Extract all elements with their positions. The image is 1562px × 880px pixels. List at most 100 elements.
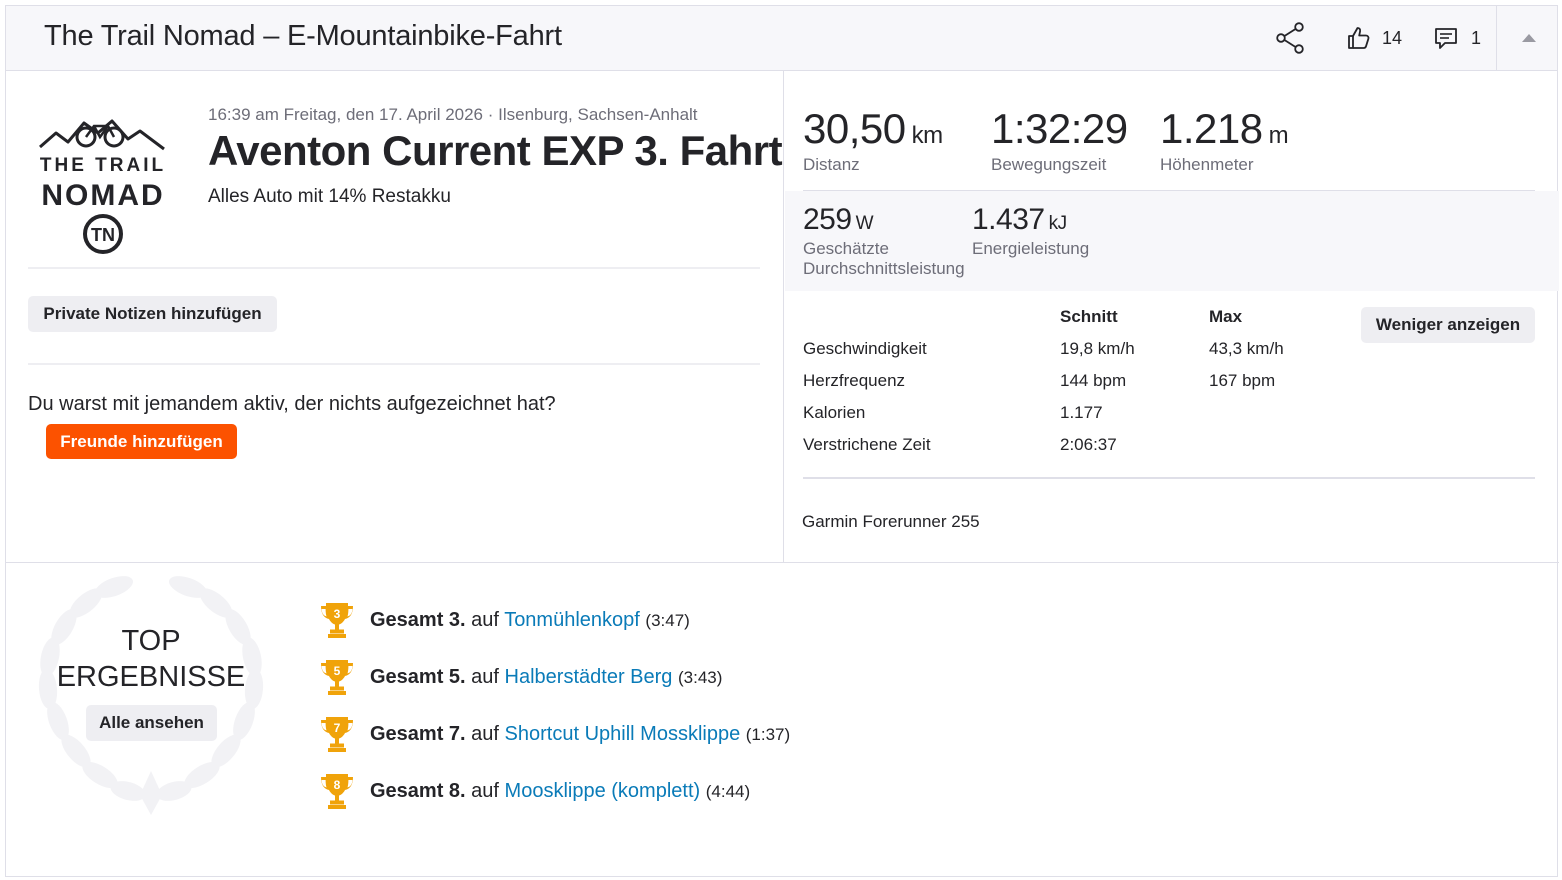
energy-value: 1.437 <box>972 203 1045 236</box>
row-max: 167 bpm <box>1209 371 1276 390</box>
row-label: Geschwindigkeit <box>803 339 927 358</box>
add-private-notes-button[interactable]: Private Notizen hinzufügen <box>28 296 277 332</box>
trophy-icon: 7 <box>318 715 356 753</box>
segment-on: auf <box>471 779 499 802</box>
activity-header: The Trail Nomad – E-Mountainbike-Fahrt 1… <box>6 6 1557 71</box>
row-label: Herzfrequenz <box>803 371 906 390</box>
list-item: 8 Gesamt 8. auf Moosklippe (komplett) (4… <box>318 771 750 811</box>
activity-summary-panel: THE TRAIL NOMAD TN 16:39 am Freitag, den… <box>6 71 784 562</box>
add-friends-question: Du warst mit jemandem aktiv, der nichts … <box>28 393 556 415</box>
moving-time-value: 1:32:29 <box>991 105 1128 152</box>
moving-time-label: Bewegungszeit <box>991 155 1107 174</box>
trophy-rank: 5 <box>333 664 341 678</box>
column-header-avg: Schnitt <box>1060 307 1118 326</box>
table-header: Schnitt Max <box>803 299 1363 331</box>
segment-time: (1:37) <box>745 724 791 744</box>
comment-icon <box>1435 28 1457 49</box>
stat-power: 259 W Geschätzte Durchschnittsleistung <box>803 203 965 279</box>
activity-meta: 16:39 am Freitag, den 17. April 2026 · I… <box>208 105 698 124</box>
distance-label: Distanz <box>803 155 860 174</box>
segment-on: auf <box>471 665 499 688</box>
view-all-button[interactable]: Alle ansehen <box>86 705 217 741</box>
segment-rank: Gesamt 5. <box>370 665 466 688</box>
segment-on: auf <box>471 722 499 745</box>
activity-stats-panel: 30,50 km Distanz 1:32:29 Bewegungszeit 1.… <box>785 71 1559 562</box>
trophy-icon: 3 <box>318 601 356 639</box>
collapse-button[interactable] <box>1497 6 1559 70</box>
top-results-title-line2: ERGEBNISSE <box>56 661 246 693</box>
segment-time: (4:44) <box>705 781 751 801</box>
table-row: Geschwindigkeit 19,8 km/h 43,3 km/h <box>803 331 1363 363</box>
device-name: Garmin Forerunner 255 <box>802 512 980 531</box>
row-avg: 144 bpm <box>1060 371 1127 390</box>
column-header-max: Max <box>1209 307 1243 326</box>
row-avg: 2:06:37 <box>1060 435 1117 454</box>
row-avg: 1.177 <box>1060 403 1103 422</box>
comment-count: 1 <box>1471 27 1482 48</box>
segment-link[interactable]: Moosklippe (komplett) <box>505 780 701 802</box>
stat-moving-time: 1:32:29 Bewegungszeit <box>991 105 1128 175</box>
show-less-button[interactable]: Weniger anzeigen <box>1361 307 1535 343</box>
stat-elevation: 1.218 m Höhenmeter <box>1160 105 1289 175</box>
activity-description: Alles Auto mit 14% Restakku <box>208 186 451 207</box>
elevation-label: Höhenmeter <box>1160 155 1254 174</box>
add-friends-button[interactable]: Freunde hinzufügen <box>46 424 237 459</box>
row-avg: 19,8 km/h <box>1060 339 1135 358</box>
trophy-icon: 5 <box>318 658 356 696</box>
page-title: The Trail Nomad – E-Mountainbike-Fahrt <box>44 20 562 52</box>
list-item: 5 Gesamt 5. auf Halberstädter Berg (3:43… <box>318 657 722 697</box>
top-results-section: TOP ERGEBNISSE Alle ansehen 3 Gesamt 3. … <box>6 562 1559 878</box>
divider <box>803 190 1535 191</box>
caret-up-icon <box>1522 34 1536 42</box>
table-row: Verstrichene Zeit 2:06:37 <box>803 427 1363 459</box>
power-unit: W <box>855 213 874 234</box>
trail-nomad-logo: THE TRAIL NOMAD TN <box>39 119 165 254</box>
segment-on: auf <box>471 608 499 631</box>
athlete-avatar[interactable]: THE TRAIL NOMAD TN <box>28 109 178 259</box>
trophy-rank: 3 <box>333 607 341 621</box>
power-value: 259 <box>803 203 852 236</box>
trophy-rank: 7 <box>333 721 341 735</box>
power-label-line2: Durchschnittsleistung <box>803 259 965 278</box>
table-row: Kalorien 1.177 <box>803 395 1363 427</box>
divider <box>28 267 760 269</box>
kudos-button[interactable]: 14 <box>1346 24 1402 52</box>
comment-button[interactable]: 1 <box>1433 24 1481 52</box>
share-icon <box>1276 22 1304 54</box>
divider <box>803 477 1535 479</box>
kudos-count: 14 <box>1382 27 1403 48</box>
segment-link[interactable]: Shortcut Uphill Mossklippe <box>505 723 741 745</box>
top-results-title-line1: TOP <box>121 625 181 657</box>
energy-unit: kJ <box>1048 213 1068 234</box>
row-max: 43,3 km/h <box>1209 339 1284 358</box>
share-button[interactable] <box>1274 21 1308 55</box>
stat-distance: 30,50 km Distanz <box>803 105 943 175</box>
energy-label: Energieleistung <box>972 239 1090 258</box>
logo-text-bottom: NOMAD <box>41 179 164 212</box>
row-label: Verstrichene Zeit <box>803 435 931 454</box>
segment-rank: Gesamt 3. <box>370 608 466 631</box>
segment-time: (3:43) <box>677 667 723 687</box>
activity-title: Aventon Current EXP 3. Fahrt <box>208 127 783 174</box>
segment-link[interactable]: Tonmühlenkopf <box>504 609 640 631</box>
trophy-icon: 8 <box>318 772 356 810</box>
list-item: 3 Gesamt 3. auf Tonmühlenkopf (3:47) <box>318 600 690 640</box>
details-table: Schnitt Max Geschwindigkeit 19,8 km/h 43… <box>803 299 1363 459</box>
logo-monogram: TN <box>91 225 115 245</box>
stat-energy: 1.437 kJ Energieleistung <box>972 203 1089 259</box>
activity-card: The Trail Nomad – E-Mountainbike-Fahrt 1… <box>5 5 1559 878</box>
list-item: 7 Gesamt 7. auf Shortcut Uphill Mossklip… <box>318 714 790 754</box>
distance-value: 30,50 <box>803 105 906 152</box>
elevation-unit: m <box>1268 122 1289 149</box>
trophy-rank: 8 <box>333 778 341 792</box>
distance-unit: km <box>911 122 944 149</box>
elevation-value: 1.218 <box>1160 105 1263 152</box>
table-row: Herzfrequenz 144 bpm 167 bpm <box>803 363 1363 395</box>
segment-time: (3:47) <box>645 610 690 630</box>
row-label: Kalorien <box>803 403 866 422</box>
power-label-line1: Geschätzte <box>803 239 889 258</box>
segment-rank: Gesamt 8. <box>370 779 466 802</box>
segment-rank: Gesamt 7. <box>370 722 466 745</box>
divider <box>28 363 760 365</box>
segment-link[interactable]: Halberstädter Berg <box>505 666 673 688</box>
